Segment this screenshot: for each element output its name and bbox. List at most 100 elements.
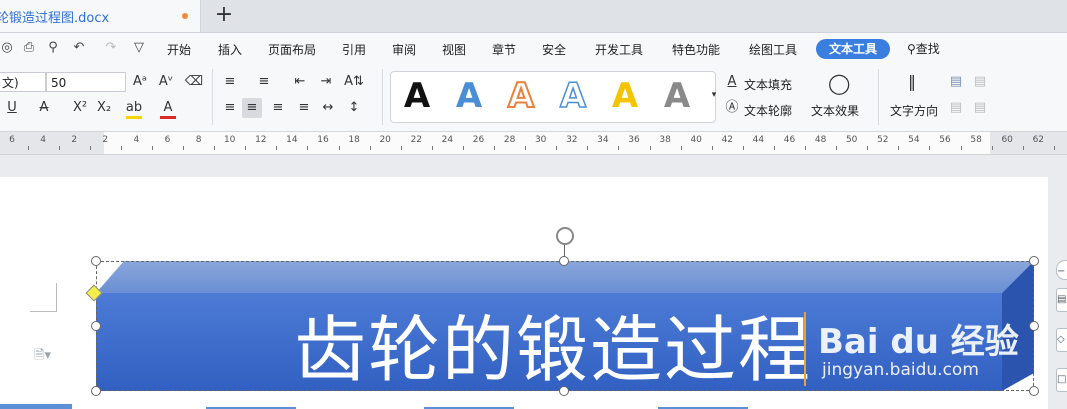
- menu-review[interactable]: 审阅: [392, 41, 416, 58]
- document-layout-icon[interactable]: 🗎▾: [34, 346, 51, 368]
- underline-icon[interactable]: U: [2, 98, 22, 118]
- ruler-tick-label: 52: [877, 135, 889, 145]
- menu-view[interactable]: 视图: [442, 41, 466, 58]
- distribute-icon[interactable]: ↔: [318, 98, 338, 118]
- ribbon-toolbar: 文) 50 Aᵃ Aᵛ ⌫ U A X² X₂ ab A ≡ ≡ ⇤ ⇥ A⇅ …: [0, 63, 1067, 132]
- line-spacing-icon[interactable]: A⇅: [344, 72, 364, 92]
- gallery-more-icon[interactable]: ▾: [704, 85, 724, 105]
- ruler-tick-label: 50: [845, 135, 858, 145]
- menu-security[interactable]: 安全: [542, 41, 566, 58]
- redo-icon[interactable]: ↷: [104, 41, 118, 55]
- ruler-tick-label: 62: [1032, 135, 1045, 145]
- search-doc-icon[interactable]: ⚲: [46, 41, 60, 55]
- ruler-tick-label: 42: [721, 135, 734, 145]
- textbox-link-icon[interactable]: ▤: [970, 72, 990, 92]
- align-center-icon[interactable]: ≡: [242, 98, 262, 118]
- menu-features[interactable]: 特色功能: [672, 41, 720, 58]
- ruler-tick: [58, 146, 60, 150]
- decrease-indent-icon[interactable]: ⇤: [290, 72, 310, 92]
- resize-handle-right[interactable]: [1029, 321, 1039, 331]
- new-tab-button[interactable]: +: [213, 4, 235, 26]
- ruler-tick: [960, 146, 962, 150]
- ruler-tick: [431, 146, 433, 150]
- menu-developer[interactable]: 开发工具: [595, 41, 643, 58]
- ruler-tick-label: 20: [379, 135, 391, 145]
- menu-drawing-tools[interactable]: 绘图工具: [749, 41, 797, 58]
- superscript-icon[interactable]: X²: [70, 98, 90, 118]
- text-fill-label[interactable]: 文本填充: [744, 76, 792, 93]
- justify-icon[interactable]: ≡: [294, 98, 314, 118]
- ruler-tick: [183, 146, 185, 150]
- layout-options-icon[interactable]: ▤: [1056, 288, 1067, 312]
- ruler-tick: [1053, 146, 1055, 150]
- clear-format-icon[interactable]: ⌫: [184, 72, 204, 92]
- shape-title-text[interactable]: 齿轮的锻造过程: [294, 305, 812, 395]
- text-direction-icon[interactable]: ‖: [902, 72, 922, 92]
- crop-icon[interactable]: □: [1056, 368, 1067, 392]
- menu-start[interactable]: 开始: [167, 41, 191, 58]
- resize-handle-top-left[interactable]: [91, 256, 101, 266]
- text-outline-label[interactable]: 文本轮廓: [744, 102, 792, 119]
- align-left-icon[interactable]: ≡: [220, 98, 240, 118]
- resize-handle-bottom-left[interactable]: [91, 386, 101, 396]
- menu-text-tools[interactable]: 文本工具: [816, 39, 890, 59]
- numbered-list-icon[interactable]: ≡: [254, 72, 274, 92]
- textbox-align-icon[interactable]: ▤: [970, 98, 990, 118]
- ruler-tick: [245, 146, 247, 150]
- collapse-icon[interactable]: −: [1056, 260, 1067, 280]
- print-preview-icon[interactable]: ◎: [0, 41, 14, 55]
- text-fill-icon[interactable]: A: [722, 72, 742, 92]
- art-style-yellow[interactable]: A: [605, 76, 645, 116]
- resize-handle-left[interactable]: [91, 321, 101, 331]
- text-effects-label[interactable]: 文本效果: [811, 102, 859, 119]
- resize-handle-top-right[interactable]: [1029, 256, 1039, 266]
- align-right-icon[interactable]: ≡: [268, 98, 288, 118]
- rotate-handle-icon[interactable]: [556, 227, 574, 245]
- ruler-tick: [929, 146, 931, 150]
- menu-insert[interactable]: 插入: [218, 41, 242, 58]
- grow-font-icon[interactable]: Aᵃ: [130, 72, 150, 92]
- menu-chapter[interactable]: 章节: [492, 41, 516, 58]
- resize-handle-top[interactable]: [559, 256, 569, 266]
- ruler-tick: [89, 146, 91, 150]
- textbox-break-icon[interactable]: ▤: [946, 98, 966, 118]
- customize-icon[interactable]: ▽: [132, 41, 146, 55]
- search-button[interactable]: ⚲查找: [907, 40, 940, 57]
- font-size-field[interactable]: 50: [46, 72, 126, 92]
- text-effects-icon[interactable]: ◯: [828, 73, 850, 93]
- bullet-list-icon[interactable]: ≡: [220, 72, 240, 92]
- text-outline-icon[interactable]: Ⓐ: [722, 98, 742, 118]
- horizontal-ruler[interactable]: 6 4 2 2 4 6 8 10 12 14 16 18 20 22 24 26 28 30 32 34 36 38 40 4…: [0, 132, 1067, 155]
- ruler-tick: [525, 146, 527, 150]
- paragraph-spacing-icon[interactable]: ↕: [344, 98, 364, 118]
- menu-references[interactable]: 引用: [342, 41, 366, 58]
- strikethrough-icon[interactable]: A: [34, 98, 54, 118]
- art-style-blue[interactable]: A: [449, 76, 489, 116]
- menu-bar: ◎ ⎙ ⚲ ↶ ↷ ▽ 开始 插入 页面布局 引用 审阅 视图 章节 安全 开发…: [0, 33, 1067, 63]
- subscript-icon[interactable]: X₂: [94, 98, 114, 118]
- increase-indent-icon[interactable]: ⇥: [316, 72, 336, 92]
- font-color-icon[interactable]: A: [158, 98, 178, 118]
- undo-icon[interactable]: ↶: [72, 41, 86, 55]
- document-tab[interactable]: 轮锻造过程图.docx: [0, 0, 201, 32]
- resize-handle-bottom-right[interactable]: [1029, 386, 1039, 396]
- text-direction-label[interactable]: 文字方向: [890, 102, 938, 119]
- ruler-tick: [773, 146, 775, 150]
- ribbon-separator: [212, 69, 213, 125]
- font-name-field[interactable]: 文): [0, 72, 46, 92]
- shrink-font-icon[interactable]: Aᵛ: [156, 72, 176, 92]
- textbox-icon[interactable]: ▤: [946, 72, 966, 92]
- ruler-tick: [400, 146, 402, 150]
- highlight-icon[interactable]: ab: [124, 98, 144, 118]
- shape-style-icon[interactable]: ◇: [1056, 328, 1067, 352]
- art-style-orange-outline[interactable]: A: [501, 75, 541, 117]
- art-style-gray[interactable]: A: [657, 76, 697, 116]
- print-icon[interactable]: ⎙: [22, 41, 36, 55]
- ruler-tick: [711, 146, 713, 150]
- ruler-tick-label: 2: [102, 135, 109, 145]
- ruler-tick: [742, 146, 744, 150]
- art-style-black[interactable]: A: [397, 76, 437, 116]
- art-style-blue-outline[interactable]: A: [553, 75, 593, 117]
- menu-page-layout[interactable]: 页面布局: [268, 41, 316, 58]
- ruler-tick-label: 40: [690, 135, 702, 145]
